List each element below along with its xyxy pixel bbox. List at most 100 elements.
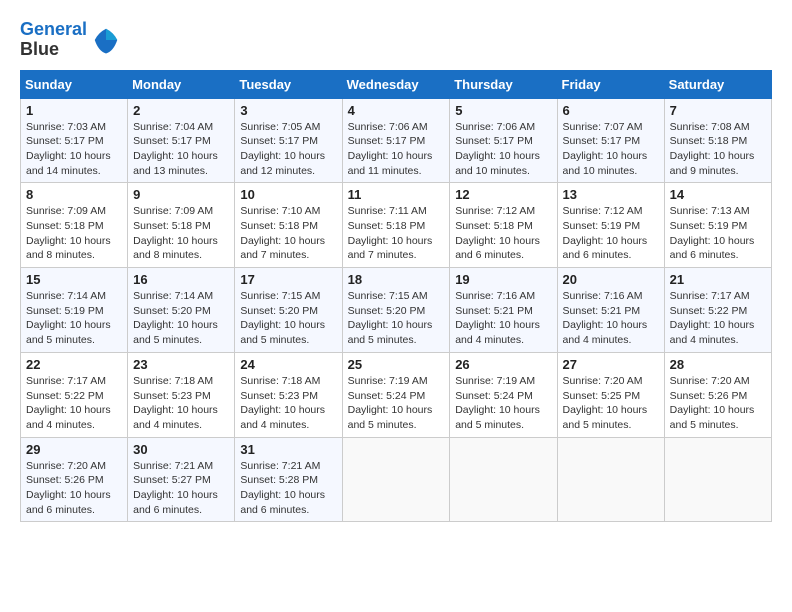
day-number: 24 bbox=[240, 357, 336, 372]
calendar-header-wednesday: Wednesday bbox=[342, 70, 450, 98]
day-info: Sunrise: 7:06 AM Sunset: 5:17 PM Dayligh… bbox=[455, 120, 551, 179]
day-info: Sunrise: 7:06 AM Sunset: 5:17 PM Dayligh… bbox=[348, 120, 445, 179]
calendar-week-row: 8 Sunrise: 7:09 AM Sunset: 5:18 PM Dayli… bbox=[21, 183, 772, 268]
day-info: Sunrise: 7:04 AM Sunset: 5:17 PM Dayligh… bbox=[133, 120, 229, 179]
calendar-week-row: 22 Sunrise: 7:17 AM Sunset: 5:22 PM Dayl… bbox=[21, 352, 772, 437]
day-number: 4 bbox=[348, 103, 445, 118]
calendar-header-friday: Friday bbox=[557, 70, 664, 98]
calendar-cell: 5 Sunrise: 7:06 AM Sunset: 5:17 PM Dayli… bbox=[450, 98, 557, 183]
day-info: Sunrise: 7:07 AM Sunset: 5:17 PM Dayligh… bbox=[563, 120, 659, 179]
day-info: Sunrise: 7:05 AM Sunset: 5:17 PM Dayligh… bbox=[240, 120, 336, 179]
day-info: Sunrise: 7:19 AM Sunset: 5:24 PM Dayligh… bbox=[348, 374, 445, 433]
day-number: 21 bbox=[670, 272, 766, 287]
calendar-cell: 26 Sunrise: 7:19 AM Sunset: 5:24 PM Dayl… bbox=[450, 352, 557, 437]
day-number: 27 bbox=[563, 357, 659, 372]
calendar-cell: 14 Sunrise: 7:13 AM Sunset: 5:19 PM Dayl… bbox=[664, 183, 771, 268]
calendar-cell: 30 Sunrise: 7:21 AM Sunset: 5:27 PM Dayl… bbox=[128, 437, 235, 522]
day-info: Sunrise: 7:16 AM Sunset: 5:21 PM Dayligh… bbox=[563, 289, 659, 348]
calendar-cell: 21 Sunrise: 7:17 AM Sunset: 5:22 PM Dayl… bbox=[664, 268, 771, 353]
calendar-week-row: 15 Sunrise: 7:14 AM Sunset: 5:19 PM Dayl… bbox=[21, 268, 772, 353]
day-info: Sunrise: 7:12 AM Sunset: 5:18 PM Dayligh… bbox=[455, 204, 551, 263]
day-info: Sunrise: 7:20 AM Sunset: 5:25 PM Dayligh… bbox=[563, 374, 659, 433]
day-number: 15 bbox=[26, 272, 122, 287]
calendar-cell: 3 Sunrise: 7:05 AM Sunset: 5:17 PM Dayli… bbox=[235, 98, 342, 183]
calendar-cell: 20 Sunrise: 7:16 AM Sunset: 5:21 PM Dayl… bbox=[557, 268, 664, 353]
day-info: Sunrise: 7:09 AM Sunset: 5:18 PM Dayligh… bbox=[133, 204, 229, 263]
calendar-cell: 17 Sunrise: 7:15 AM Sunset: 5:20 PM Dayl… bbox=[235, 268, 342, 353]
day-info: Sunrise: 7:18 AM Sunset: 5:23 PM Dayligh… bbox=[133, 374, 229, 433]
calendar-cell: 15 Sunrise: 7:14 AM Sunset: 5:19 PM Dayl… bbox=[21, 268, 128, 353]
calendar-cell: 23 Sunrise: 7:18 AM Sunset: 5:23 PM Dayl… bbox=[128, 352, 235, 437]
logo-icon bbox=[91, 25, 121, 55]
calendar-week-row: 1 Sunrise: 7:03 AM Sunset: 5:17 PM Dayli… bbox=[21, 98, 772, 183]
calendar-cell bbox=[557, 437, 664, 522]
day-number: 19 bbox=[455, 272, 551, 287]
day-info: Sunrise: 7:08 AM Sunset: 5:18 PM Dayligh… bbox=[670, 120, 766, 179]
day-number: 25 bbox=[348, 357, 445, 372]
day-number: 1 bbox=[26, 103, 122, 118]
calendar-cell: 4 Sunrise: 7:06 AM Sunset: 5:17 PM Dayli… bbox=[342, 98, 450, 183]
calendar-cell: 2 Sunrise: 7:04 AM Sunset: 5:17 PM Dayli… bbox=[128, 98, 235, 183]
day-number: 5 bbox=[455, 103, 551, 118]
calendar-cell: 12 Sunrise: 7:12 AM Sunset: 5:18 PM Dayl… bbox=[450, 183, 557, 268]
day-info: Sunrise: 7:21 AM Sunset: 5:28 PM Dayligh… bbox=[240, 459, 336, 518]
day-number: 6 bbox=[563, 103, 659, 118]
day-number: 3 bbox=[240, 103, 336, 118]
day-info: Sunrise: 7:10 AM Sunset: 5:18 PM Dayligh… bbox=[240, 204, 336, 263]
calendar: SundayMondayTuesdayWednesdayThursdayFrid… bbox=[20, 70, 772, 523]
calendar-cell bbox=[450, 437, 557, 522]
day-info: Sunrise: 7:13 AM Sunset: 5:19 PM Dayligh… bbox=[670, 204, 766, 263]
day-info: Sunrise: 7:11 AM Sunset: 5:18 PM Dayligh… bbox=[348, 204, 445, 263]
logo: GeneralBlue bbox=[20, 20, 121, 60]
calendar-cell: 7 Sunrise: 7:08 AM Sunset: 5:18 PM Dayli… bbox=[664, 98, 771, 183]
day-info: Sunrise: 7:09 AM Sunset: 5:18 PM Dayligh… bbox=[26, 204, 122, 263]
header: GeneralBlue bbox=[20, 20, 772, 60]
day-number: 14 bbox=[670, 187, 766, 202]
calendar-header-tuesday: Tuesday bbox=[235, 70, 342, 98]
calendar-cell: 11 Sunrise: 7:11 AM Sunset: 5:18 PM Dayl… bbox=[342, 183, 450, 268]
day-info: Sunrise: 7:16 AM Sunset: 5:21 PM Dayligh… bbox=[455, 289, 551, 348]
day-info: Sunrise: 7:14 AM Sunset: 5:20 PM Dayligh… bbox=[133, 289, 229, 348]
day-number: 13 bbox=[563, 187, 659, 202]
day-info: Sunrise: 7:17 AM Sunset: 5:22 PM Dayligh… bbox=[26, 374, 122, 433]
calendar-header-row: SundayMondayTuesdayWednesdayThursdayFrid… bbox=[21, 70, 772, 98]
calendar-cell: 25 Sunrise: 7:19 AM Sunset: 5:24 PM Dayl… bbox=[342, 352, 450, 437]
calendar-cell: 27 Sunrise: 7:20 AM Sunset: 5:25 PM Dayl… bbox=[557, 352, 664, 437]
day-number: 31 bbox=[240, 442, 336, 457]
calendar-cell: 28 Sunrise: 7:20 AM Sunset: 5:26 PM Dayl… bbox=[664, 352, 771, 437]
calendar-cell: 29 Sunrise: 7:20 AM Sunset: 5:26 PM Dayl… bbox=[21, 437, 128, 522]
calendar-header-sunday: Sunday bbox=[21, 70, 128, 98]
calendar-cell: 19 Sunrise: 7:16 AM Sunset: 5:21 PM Dayl… bbox=[450, 268, 557, 353]
day-info: Sunrise: 7:17 AM Sunset: 5:22 PM Dayligh… bbox=[670, 289, 766, 348]
day-number: 9 bbox=[133, 187, 229, 202]
day-number: 17 bbox=[240, 272, 336, 287]
day-info: Sunrise: 7:18 AM Sunset: 5:23 PM Dayligh… bbox=[240, 374, 336, 433]
calendar-header-monday: Monday bbox=[128, 70, 235, 98]
day-number: 23 bbox=[133, 357, 229, 372]
calendar-header-saturday: Saturday bbox=[664, 70, 771, 98]
day-number: 2 bbox=[133, 103, 229, 118]
calendar-cell: 18 Sunrise: 7:15 AM Sunset: 5:20 PM Dayl… bbox=[342, 268, 450, 353]
day-number: 29 bbox=[26, 442, 122, 457]
calendar-cell: 8 Sunrise: 7:09 AM Sunset: 5:18 PM Dayli… bbox=[21, 183, 128, 268]
logo-text: GeneralBlue bbox=[20, 20, 87, 60]
day-number: 20 bbox=[563, 272, 659, 287]
day-info: Sunrise: 7:15 AM Sunset: 5:20 PM Dayligh… bbox=[240, 289, 336, 348]
day-info: Sunrise: 7:14 AM Sunset: 5:19 PM Dayligh… bbox=[26, 289, 122, 348]
calendar-cell bbox=[664, 437, 771, 522]
day-number: 16 bbox=[133, 272, 229, 287]
day-info: Sunrise: 7:20 AM Sunset: 5:26 PM Dayligh… bbox=[26, 459, 122, 518]
calendar-cell: 16 Sunrise: 7:14 AM Sunset: 5:20 PM Dayl… bbox=[128, 268, 235, 353]
day-info: Sunrise: 7:03 AM Sunset: 5:17 PM Dayligh… bbox=[26, 120, 122, 179]
calendar-cell: 1 Sunrise: 7:03 AM Sunset: 5:17 PM Dayli… bbox=[21, 98, 128, 183]
calendar-cell: 31 Sunrise: 7:21 AM Sunset: 5:28 PM Dayl… bbox=[235, 437, 342, 522]
day-info: Sunrise: 7:20 AM Sunset: 5:26 PM Dayligh… bbox=[670, 374, 766, 433]
day-number: 7 bbox=[670, 103, 766, 118]
day-number: 28 bbox=[670, 357, 766, 372]
calendar-cell: 13 Sunrise: 7:12 AM Sunset: 5:19 PM Dayl… bbox=[557, 183, 664, 268]
day-info: Sunrise: 7:12 AM Sunset: 5:19 PM Dayligh… bbox=[563, 204, 659, 263]
day-number: 11 bbox=[348, 187, 445, 202]
day-number: 18 bbox=[348, 272, 445, 287]
calendar-header-thursday: Thursday bbox=[450, 70, 557, 98]
calendar-week-row: 29 Sunrise: 7:20 AM Sunset: 5:26 PM Dayl… bbox=[21, 437, 772, 522]
